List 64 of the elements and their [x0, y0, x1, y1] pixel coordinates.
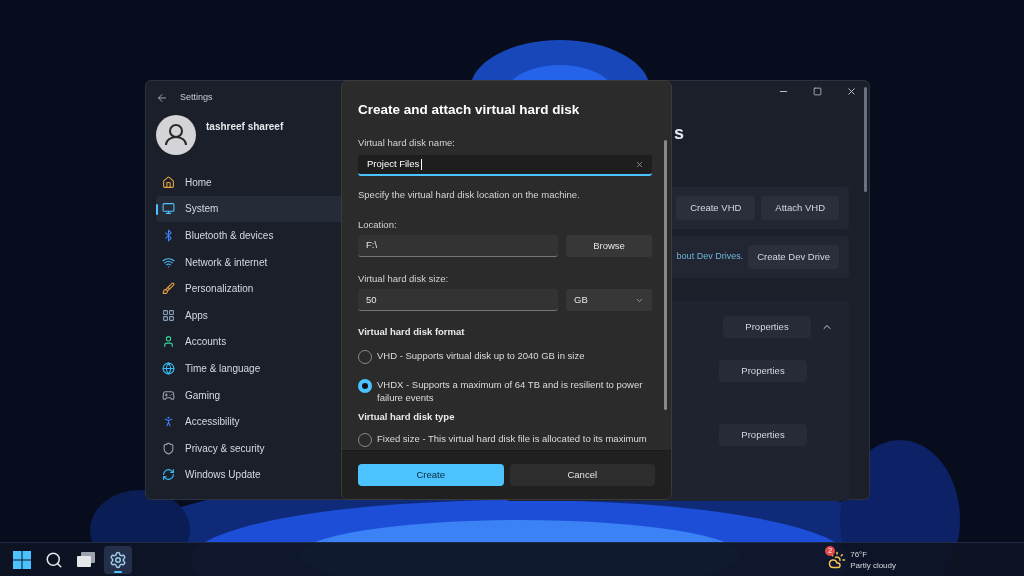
home-icon — [162, 175, 175, 189]
brush-icon — [162, 282, 175, 296]
nav-item[interactable]: Accounts — [156, 328, 346, 356]
cancel-button[interactable]: Cancel — [509, 464, 655, 486]
bluetooth-icon — [162, 229, 175, 242]
section-heading: Virtual hard disk format — [358, 325, 466, 340]
nav-item[interactable]: Accessibility — [156, 408, 346, 435]
update-icon — [162, 468, 175, 482]
radio-label: Fixed size - This virtual hard disk file is allocated to its maximum — [377, 431, 647, 445]
nav-item[interactable]: Gaming — [156, 381, 346, 409]
nav-item[interactable]: Bluetooth & devices — [156, 222, 346, 249]
back-icon[interactable] — [156, 92, 168, 104]
location-input-field[interactable]: F:\ — [358, 235, 558, 257]
person-icon — [162, 335, 175, 349]
user-name: tashreef shareef — [206, 120, 284, 134]
location-hint: Specify the virtual hard disk location on the machine. — [358, 187, 581, 202]
weather-condition: Partly cloudy — [850, 559, 896, 571]
weather-icon — [828, 550, 847, 569]
search-icon[interactable] — [45, 550, 63, 569]
clear-icon[interactable] — [635, 159, 644, 169]
accessibility-icon — [162, 415, 175, 429]
create-dev-drive-button[interactable]: Create Dev Drive — [748, 245, 839, 269]
monitor-icon — [162, 202, 175, 216]
radio-button[interactable] — [358, 378, 372, 393]
vhd-action-button[interactable]: Create VHD — [676, 196, 756, 220]
nav-item[interactable]: Network & internet — [156, 248, 346, 276]
create-button[interactable]: Create — [358, 464, 504, 486]
radio-label: VHD - Supports virtual disk up to 2040 GB in size — [377, 348, 585, 362]
size-input-field[interactable]: 50 — [358, 289, 558, 312]
nav-item[interactable]: Time & language — [156, 355, 346, 382]
avatar-icon — [156, 115, 196, 155]
wifi-icon — [162, 255, 175, 269]
name-input-field[interactable]: Project Files — [358, 154, 652, 176]
settings-icon[interactable] — [109, 550, 127, 569]
taskbar-item[interactable] — [104, 545, 132, 574]
maximize-icon[interactable] — [813, 87, 822, 96]
window-title: Settings — [180, 91, 213, 105]
nav-item[interactable]: Home — [156, 169, 346, 196]
nav-item[interactable]: Apps — [156, 301, 346, 329]
dev-drives-link[interactable]: bout Dev Drives. — [676, 250, 744, 264]
field-label: Virtual hard disk size: — [358, 272, 450, 286]
gamepad-icon — [162, 388, 175, 402]
nav-item[interactable]: Personalization — [156, 275, 346, 302]
radio-label: VHDX - Supports a maximum of 64 TB and is resilient to power failure events — [377, 377, 644, 404]
field-label: Location: — [358, 217, 398, 232]
windows-start-icon[interactable] — [13, 550, 31, 569]
close-icon[interactable] — [846, 86, 857, 97]
temperature: 76°F — [850, 548, 869, 560]
shield-icon — [162, 441, 175, 455]
field-label: Virtual hard disk name: — [358, 136, 456, 151]
nav-item[interactable]: Windows Update — [156, 461, 346, 489]
dialog-title: Create and attach virtual hard disk — [358, 101, 581, 119]
nav-item[interactable]: Privacy & security — [156, 434, 346, 462]
properties-button[interactable]: Properties — [719, 360, 807, 382]
section-heading: Virtual hard disk type — [358, 409, 456, 424]
browse-button[interactable]: Browse — [566, 235, 652, 257]
vhd-action-button[interactable]: Attach VHD — [761, 196, 839, 220]
page-title: s — [674, 122, 684, 145]
properties-button[interactable]: Properties — [719, 424, 807, 446]
apps-icon — [162, 308, 175, 322]
properties-button[interactable]: Properties — [723, 316, 811, 338]
task-view-icon[interactable] — [77, 551, 95, 568]
globe-icon — [162, 361, 175, 375]
unit-dropdown[interactable]: GB — [566, 289, 652, 312]
